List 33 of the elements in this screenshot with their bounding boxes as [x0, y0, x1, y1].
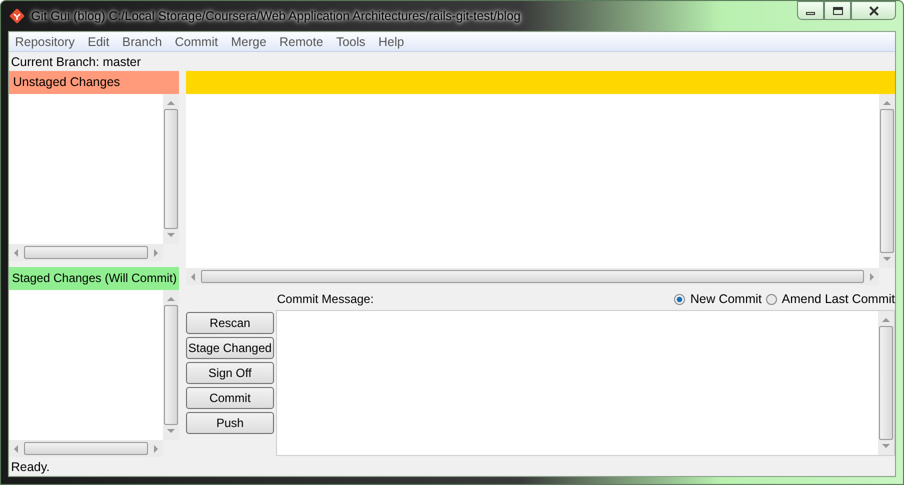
radio-option[interactable]: Amend Last Commit: [766, 292, 895, 306]
commit-message-label: Commit Message:: [276, 292, 374, 306]
minimize-icon: [806, 12, 815, 15]
close-icon: [868, 6, 880, 16]
window-title: Git Gui (blog) C:/Local Storage/Coursera/Web Application Architectures/rails-git-test/blog: [31, 9, 521, 23]
action-button[interactable]: Commit: [186, 387, 274, 409]
maximize-button[interactable]: [824, 1, 851, 20]
menu-item[interactable]: Commit: [168, 34, 225, 48]
status-text: Ready.: [11, 460, 50, 474]
horizontal-scrollbar[interactable]: [9, 244, 163, 261]
vertical-scrollbar[interactable]: [879, 94, 895, 268]
menu-item[interactable]: Help: [372, 34, 412, 48]
minimize-button[interactable]: [797, 1, 824, 20]
menu-item[interactable]: Edit: [82, 34, 116, 48]
current-branch-label: Current Branch: master: [11, 54, 141, 68]
action-button[interactable]: Rescan: [186, 312, 274, 334]
action-button[interactable]: Push: [186, 412, 274, 434]
staged-changes-header: Staged Changes (Will Commit): [9, 267, 179, 290]
horizontal-scrollbar[interactable]: [186, 268, 879, 285]
menu-item[interactable]: Branch: [116, 34, 169, 48]
action-button[interactable]: Stage Changed: [186, 337, 274, 359]
menu-item[interactable]: Remote: [273, 34, 330, 48]
maximize-icon: [832, 6, 842, 14]
menu-item[interactable]: Merge: [224, 34, 274, 48]
action-button[interactable]: Sign Off: [186, 362, 274, 384]
menu-item[interactable]: Tools: [330, 34, 372, 48]
radio-option[interactable]: New Commit: [674, 292, 762, 306]
unstaged-changes-header: Unstaged Changes: [9, 71, 179, 94]
close-button[interactable]: [851, 1, 896, 20]
vertical-scrollbar[interactable]: [163, 94, 179, 244]
vertical-scrollbar[interactable]: [163, 290, 179, 440]
horizontal-scrollbar[interactable]: [9, 440, 163, 457]
menu-item[interactable]: Repository: [9, 34, 82, 48]
